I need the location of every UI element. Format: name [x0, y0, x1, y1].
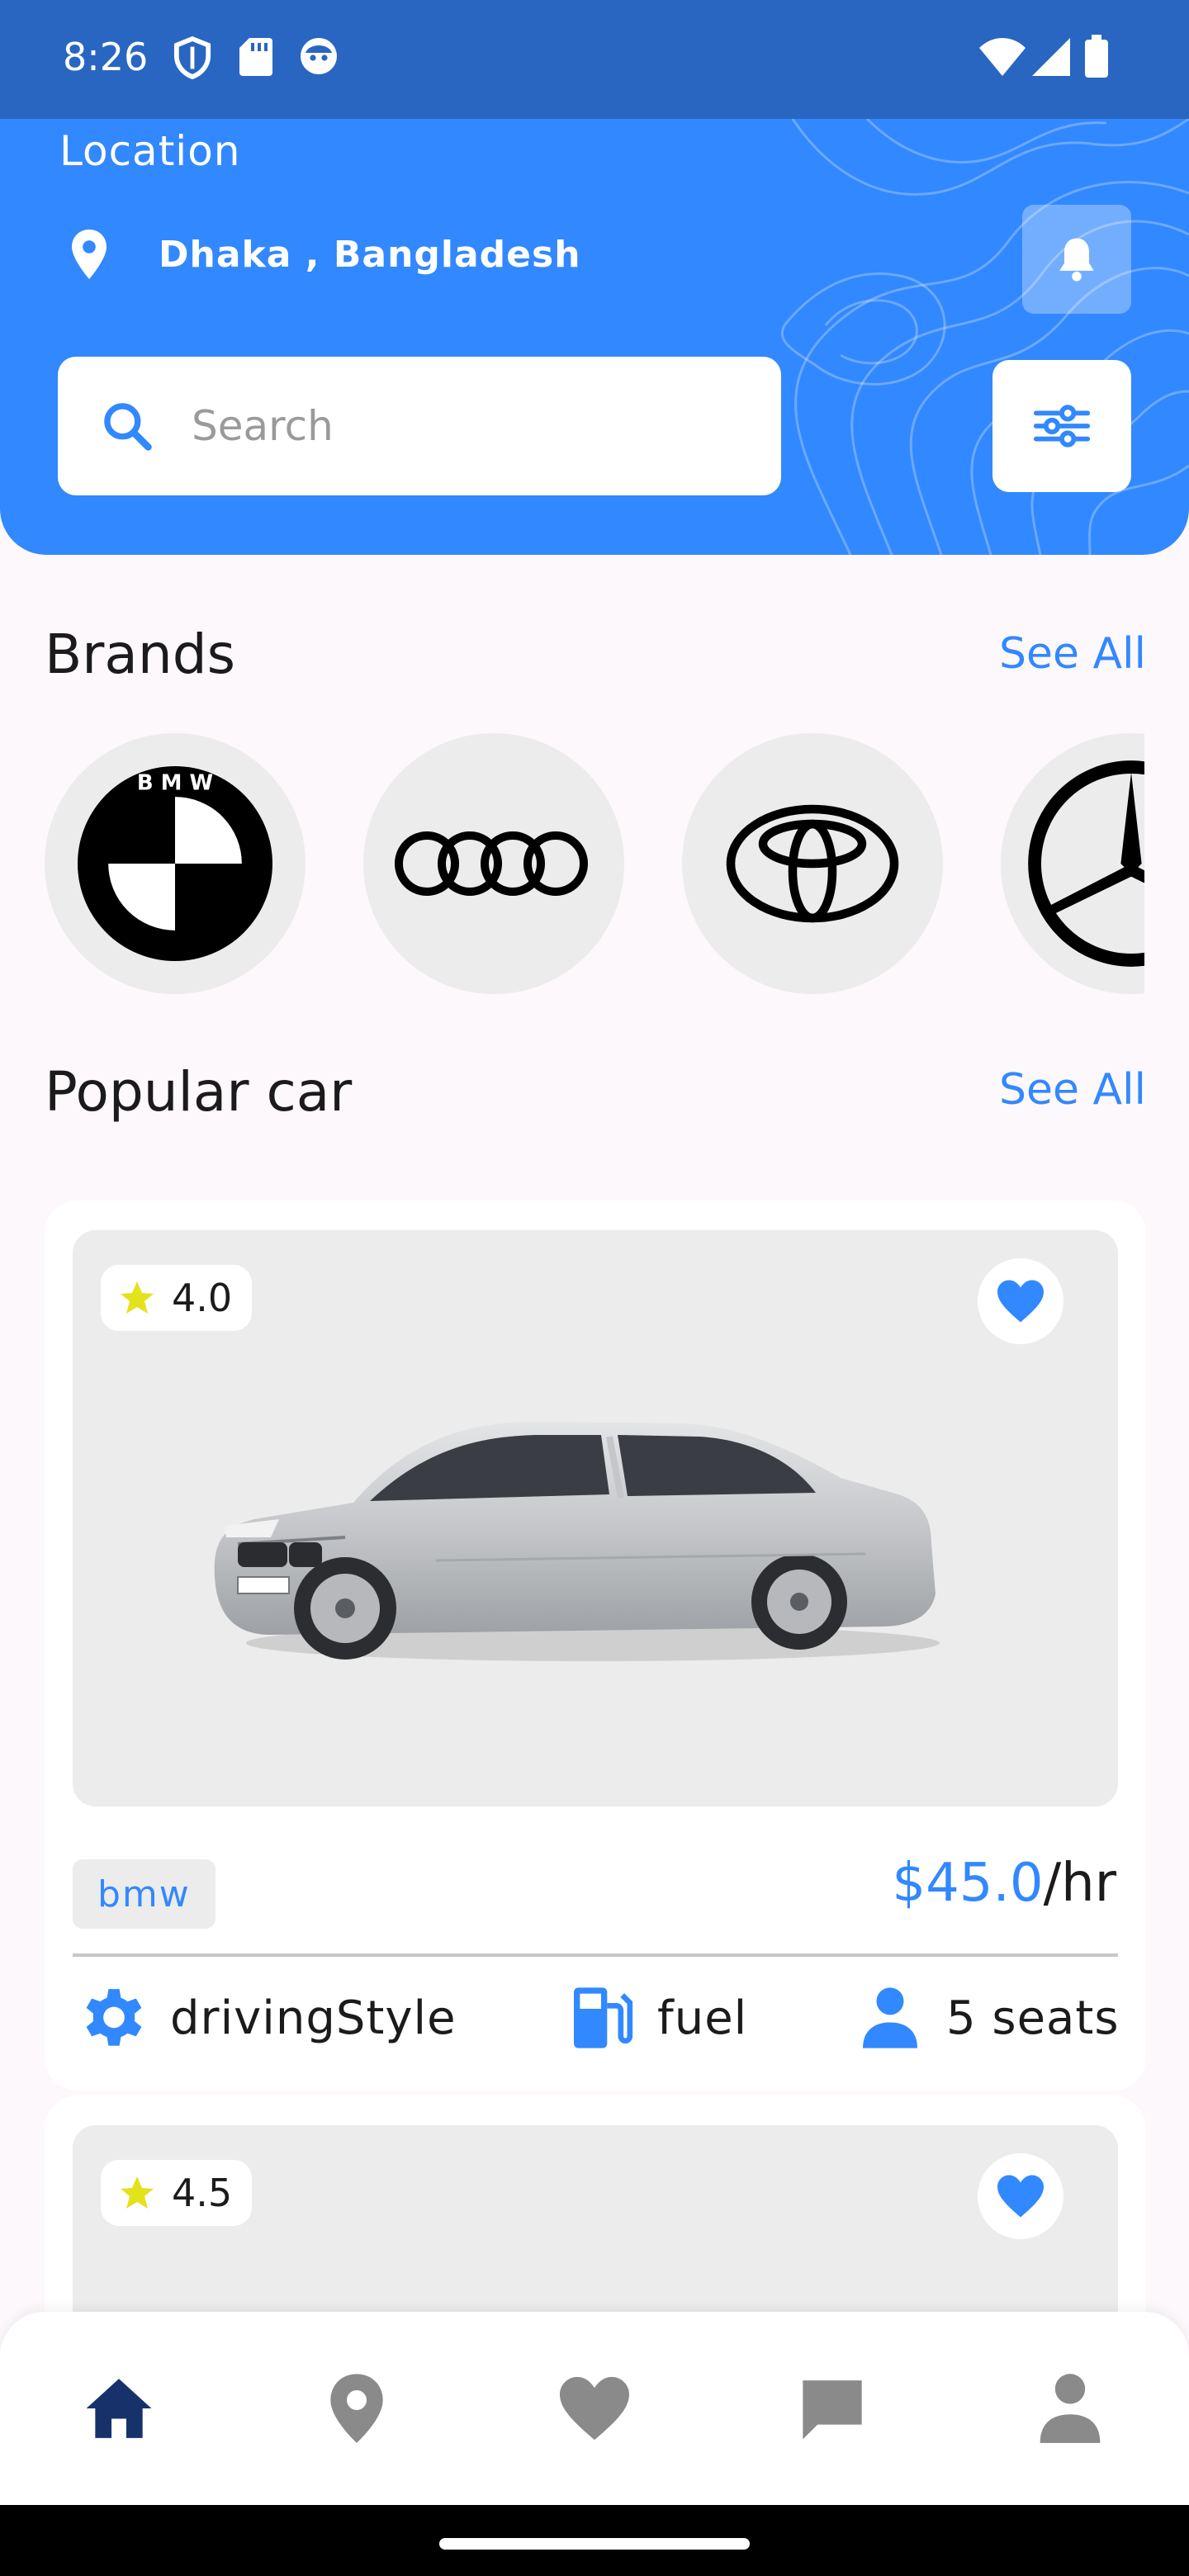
- brands-see-all-link[interactable]: See All: [999, 629, 1146, 679]
- favorite-button[interactable]: [978, 1258, 1063, 1344]
- location-value: Dhaka , Bangladesh: [159, 233, 581, 276]
- wifi-icon: [979, 38, 1026, 76]
- sd-card-icon: [239, 38, 272, 76]
- brand-mercedes[interactable]: [1001, 733, 1144, 994]
- car-image: 4.0: [73, 1230, 1118, 1807]
- rating-badge: 4.5: [101, 2160, 253, 2226]
- spec-fuel: fuel: [565, 1982, 747, 2054]
- brands-carousel: B M W: [45, 733, 1144, 994]
- heart-icon: [560, 2376, 629, 2441]
- rating-value: 4.5: [172, 2171, 233, 2215]
- rating-badge: 4.0: [101, 1265, 253, 1331]
- location-pin-icon: [72, 230, 107, 279]
- gear-icon: [86, 1989, 142, 2046]
- search-icon: [104, 403, 152, 451]
- spec-seats: 5 seats: [854, 1982, 1120, 2054]
- shield-icon: [173, 36, 211, 79]
- nav-messages[interactable]: [791, 2363, 874, 2454]
- toyota-logo: [726, 804, 899, 923]
- bmw-logo-text: B M W: [137, 770, 213, 795]
- bmw-logo: B M W: [78, 766, 272, 961]
- notifications-button[interactable]: [1022, 205, 1131, 314]
- person-icon: [1040, 2374, 1101, 2443]
- spec-label: drivingStyle: [170, 1991, 457, 2045]
- home-icon: [86, 2379, 152, 2438]
- brand-audi[interactable]: [363, 733, 624, 994]
- heart-icon: [997, 1280, 1044, 1323]
- home-indicator[interactable]: [439, 2538, 750, 2550]
- nav-map[interactable]: [315, 2363, 398, 2454]
- brand-tag: bmw: [73, 1859, 216, 1929]
- popular-see-all-link[interactable]: See All: [999, 1065, 1146, 1115]
- status-bar: 8:26: [0, 0, 1189, 119]
- price: $45.0/hr: [892, 1853, 1116, 1914]
- fuel-pump-icon: [574, 1987, 633, 2048]
- location-pin-icon: [330, 2374, 383, 2443]
- search-bar[interactable]: [58, 357, 781, 495]
- face-icon: [301, 38, 337, 74]
- battery-icon: [1085, 35, 1108, 78]
- nav-profile[interactable]: [1029, 2363, 1111, 2454]
- audi-logo: [395, 831, 588, 896]
- nav-favorites[interactable]: [553, 2363, 636, 2454]
- price-unit: /hr: [1043, 1853, 1116, 1914]
- brands-title: Brands: [45, 623, 235, 686]
- rating-value: 4.0: [172, 1276, 233, 1320]
- heart-icon: [997, 2175, 1044, 2218]
- mercedes-logo: [1028, 760, 1144, 967]
- popular-car-title: Popular car: [45, 1060, 353, 1124]
- brand-toyota[interactable]: [682, 733, 943, 994]
- sliders-icon: [1033, 405, 1091, 447]
- spec-label: fuel: [657, 1991, 748, 2045]
- person-icon: [863, 1987, 917, 2048]
- nav-home[interactable]: [78, 2363, 160, 2454]
- price-amount: $45.0: [892, 1853, 1044, 1914]
- car-card[interactable]: 4.0 bmw $45.0/hr drivingStyle fuel 5 sea…: [45, 1200, 1146, 2091]
- spec-driving-style: drivingStyle: [78, 1982, 457, 2054]
- header: Location Dhaka , Bangladesh: [0, 119, 1189, 555]
- bottom-navigation: [0, 2312, 1189, 2505]
- favorite-button[interactable]: [978, 2153, 1063, 2239]
- search-input[interactable]: [192, 402, 720, 450]
- filter-button[interactable]: [992, 360, 1131, 492]
- chat-icon: [803, 2380, 862, 2440]
- gesture-bar: [0, 2505, 1189, 2576]
- location-selector[interactable]: Dhaka , Bangladesh: [59, 225, 581, 284]
- bell-icon: [1059, 238, 1094, 282]
- spec-label: 5 seats: [946, 1991, 1120, 2045]
- star-icon: [121, 2176, 154, 2209]
- star-icon: [121, 1281, 154, 1314]
- signal-icon: [1032, 38, 1070, 76]
- location-label: Location: [59, 127, 241, 175]
- app-screen: 8:26 Location Dhaka , Bangladesh Search …: [0, 0, 1189, 2576]
- divider: [73, 1953, 1118, 1957]
- brand-bmw[interactable]: B M W: [45, 733, 306, 994]
- status-time: 8:26: [63, 35, 149, 79]
